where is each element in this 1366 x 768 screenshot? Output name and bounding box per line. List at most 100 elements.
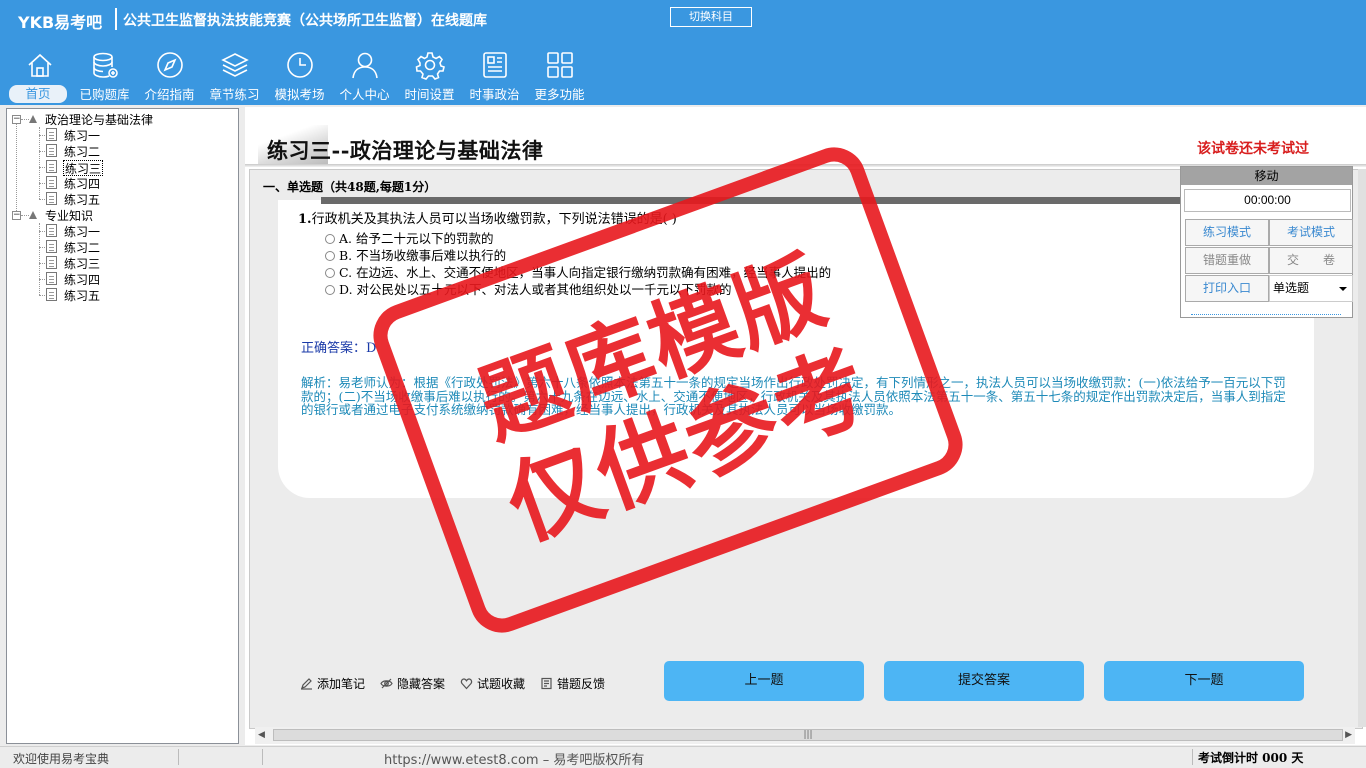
nav-label: 已购题库 — [79, 87, 130, 102]
app-logo: YKB易考吧 — [18, 13, 103, 32]
option-text: B. 不当场收缴事后难以执行的 — [339, 248, 507, 263]
nav-item-mock[interactable]: 模拟考场 — [267, 48, 332, 104]
scrollbar-thumb[interactable]: ||| — [273, 729, 1343, 741]
tree-connector — [39, 295, 45, 296]
status-divider — [262, 749, 263, 765]
tree-item[interactable]: 练习五 — [64, 192, 100, 208]
tree-item[interactable]: 练习一 — [64, 128, 100, 144]
tree-item[interactable]: 练习四 — [64, 176, 100, 192]
previous-question-button[interactable]: 上一题 — [664, 661, 864, 701]
hide-answer-button[interactable]: 隐藏答案 — [380, 675, 445, 692]
tree-item[interactable]: 练习四 — [64, 272, 100, 288]
print-button[interactable]: 打印入口 — [1185, 275, 1269, 302]
nav-label: 章节练习 — [209, 87, 260, 102]
exam-mode-button[interactable]: 考试模式 — [1269, 219, 1353, 246]
panel-drag-handle[interactable]: 移动 — [1181, 167, 1352, 185]
tree-expand-toggle[interactable]: − — [12, 211, 21, 220]
question-type-select[interactable]: 单选题 — [1269, 275, 1353, 302]
tree-item-selected[interactable]: 练习三 — [63, 160, 104, 176]
tree-connector — [39, 263, 45, 264]
option-d[interactable]: D. 对公民处以五十元以下、对法人或者其他组织处以一千元以下罚款的 — [325, 279, 732, 297]
tree-item[interactable]: 练习三 — [64, 256, 100, 272]
add-note-button[interactable]: 添加笔记 — [300, 675, 365, 692]
file-icon — [46, 288, 57, 301]
favorite-button[interactable]: 试题收藏 — [460, 675, 525, 692]
nav-label: 模拟考场 — [274, 87, 325, 102]
radio-button[interactable] — [325, 285, 335, 295]
user-icon — [352, 52, 378, 79]
tree-connector — [21, 119, 29, 120]
tree-item[interactable]: 练习一 — [64, 224, 100, 240]
error-feedback-label: 错题反馈 — [557, 677, 606, 691]
tree-connector — [39, 167, 45, 168]
radio-button[interactable] — [325, 268, 335, 278]
add-note-label: 添加笔记 — [317, 677, 366, 691]
tree-group-professional[interactable]: 专业知识 — [45, 208, 93, 224]
nav-item-home[interactable]: 首页 — [7, 48, 72, 104]
nav-item-more[interactable]: 更多功能 — [527, 48, 592, 104]
nav-item-purchased[interactable]: 已购题库 — [72, 48, 137, 104]
tree-connector — [39, 199, 45, 200]
submit-paper-button[interactable]: 交 卷 — [1269, 247, 1353, 274]
nav-label: 个人中心 — [339, 87, 390, 102]
scroll-left-arrow[interactable]: ◀ — [258, 730, 265, 740]
top-header: YKB易考吧 公共卫生监督执法技能竞赛（公共场所卫生监督）在线题库 切换科目 首… — [0, 0, 1366, 105]
next-question-button[interactable]: 下一题 — [1104, 661, 1304, 701]
file-icon — [46, 160, 57, 173]
eye-icon — [380, 678, 393, 689]
grid-icon — [547, 52, 573, 78]
tree-connector — [39, 223, 40, 295]
folder-icon — [29, 115, 37, 123]
tree-expand-toggle[interactable]: − — [12, 115, 21, 124]
copyright-text: https://www.etest8.com – 易考吧版权所有 — [384, 753, 645, 768]
tree-item[interactable]: 练习二 — [64, 240, 100, 256]
tree-item[interactable]: 练习二 — [64, 144, 100, 160]
compass-icon — [157, 52, 183, 78]
answer-analysis: 解析：易老师认为：根据《行政处罚法》第六十八条依照本法第五十一条的规定当场作出行… — [301, 375, 1286, 418]
question-stem: 行政机关及其执法人员可以当场收缴罚款，下列说法错误的是( ) — [311, 212, 677, 227]
floating-control-panel: 移动 00:00:00 练习模式 考试模式 错题重做 交 卷 打印入口 单选题 — [1180, 166, 1353, 318]
tree-group-politics[interactable]: 政治理论与基础法律 — [45, 112, 153, 128]
nav-label: 时事政治 — [469, 87, 520, 102]
option-a[interactable]: A. 给予二十元以下的罚款的 — [325, 228, 494, 246]
folder-icon — [29, 211, 37, 219]
option-text: A. 给予二十元以下的罚款的 — [339, 231, 494, 246]
correct-answer: 正确答案：D — [301, 341, 377, 356]
welcome-text: 欢迎使用易考宝典 — [13, 752, 110, 766]
radio-button[interactable] — [325, 251, 335, 261]
main-nav: 首页 已购题库 介绍指南 章节练习 模拟考场 个人中心 时间设置 时事政治 更多… — [7, 48, 592, 104]
scroll-right-arrow[interactable]: ▶ — [1345, 730, 1352, 740]
tree-connector — [16, 123, 17, 219]
news-icon — [483, 52, 507, 78]
nav-item-guide[interactable]: 介绍指南 — [137, 48, 202, 104]
question-text: 1.行政机关及其执法人员可以当场收缴罚款，下列说法错误的是( ) — [298, 208, 677, 227]
option-b[interactable]: B. 不当场收缴事后难以执行的 — [325, 245, 507, 263]
tree-connector — [39, 183, 45, 184]
tree-connector — [39, 135, 45, 136]
error-feedback-button[interactable]: 错题反馈 — [540, 675, 605, 692]
app-title: 公共卫生监督执法技能竞赛（公共场所卫生监督）在线题库 — [123, 13, 487, 29]
option-c[interactable]: C. 在边远、水上、交通不便地区，当事人向指定银行缴纳罚款确有困难，经当事人提出… — [325, 262, 832, 280]
clock-icon — [287, 52, 313, 78]
tree-item[interactable]: 练习五 — [64, 288, 100, 304]
exam-title: 练习三--政治理论与基础法律 — [267, 138, 544, 163]
section-title: 一、单选题（共48题,每题1分） — [263, 180, 437, 194]
horizontal-scrollbar[interactable]: ◀ ||| ▶ — [255, 727, 1355, 744]
redo-wrong-button[interactable]: 错题重做 — [1185, 247, 1269, 274]
file-icon — [46, 128, 57, 141]
status-bar: 欢迎使用易考宝典 https://www.etest8.com – 易考吧版权所… — [0, 746, 1366, 768]
hide-answer-label: 隐藏答案 — [397, 677, 446, 691]
switch-subject-button[interactable]: 切换科目 — [670, 7, 752, 27]
nav-item-profile[interactable]: 个人中心 — [332, 48, 397, 104]
practice-mode-button[interactable]: 练习模式 — [1185, 219, 1269, 246]
file-icon — [46, 256, 57, 269]
nav-item-time-settings[interactable]: 时间设置 — [397, 48, 462, 104]
nav-item-chapter[interactable]: 章节练习 — [202, 48, 267, 104]
nav-label: 首页 — [9, 85, 67, 103]
vertical-scrollbar[interactable] — [1358, 169, 1366, 727]
pencil-icon — [301, 678, 312, 690]
nav-item-news[interactable]: 时事政治 — [462, 48, 527, 104]
option-text: C. 在边远、水上、交通不便地区，当事人向指定银行缴纳罚款确有困难，经当事人提出… — [339, 265, 832, 280]
radio-button[interactable] — [325, 234, 335, 244]
submit-answer-button[interactable]: 提交答案 — [884, 661, 1084, 701]
